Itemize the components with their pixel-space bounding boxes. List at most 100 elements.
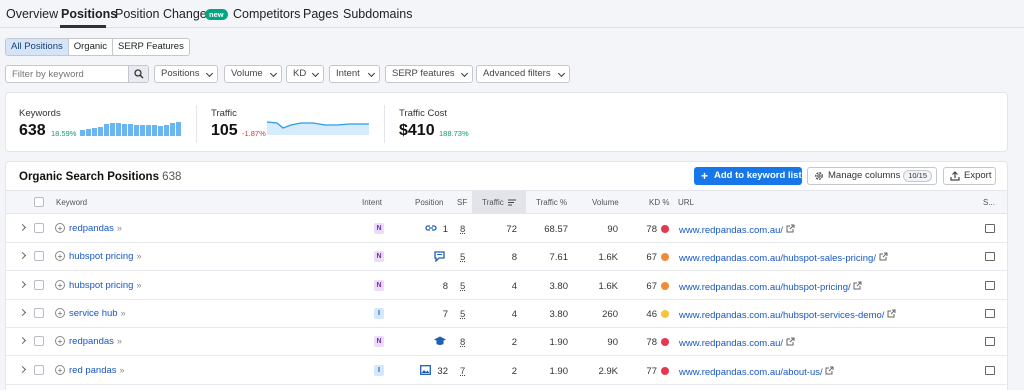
url-link[interactable]: www.redpandas.com.au/ <box>679 337 795 349</box>
sf-count[interactable]: 8 <box>460 337 465 348</box>
export-button-label: Export <box>964 170 992 181</box>
double-chevron-icon[interactable]: » <box>120 365 125 375</box>
col-intent[interactable]: Intent <box>362 198 382 207</box>
keyword-link[interactable]: redpandas» <box>69 223 122 234</box>
row-checkbox[interactable] <box>34 251 44 262</box>
add-to-keyword-list-button[interactable]: + Add to keyword list <box>694 167 802 185</box>
sf-count[interactable]: 5 <box>460 281 465 292</box>
tab-overview[interactable]: Overview <box>6 7 58 21</box>
segment-organic[interactable]: Organic <box>69 39 114 55</box>
segment-all-positions[interactable]: All Positions <box>6 39 69 55</box>
col-position[interactable]: Position <box>415 198 443 207</box>
keyword-link[interactable]: hubspot pricing» <box>69 280 141 291</box>
keyword-link[interactable]: service hub» <box>69 308 126 319</box>
tab-competitors[interactable]: Competitors <box>233 7 300 21</box>
expand-row-icon[interactable] <box>18 337 27 345</box>
add-keyword-icon[interactable]: + <box>55 279 65 290</box>
add-keyword-icon[interactable]: + <box>55 336 65 347</box>
serp-snapshot-icon[interactable] <box>985 308 995 318</box>
url-link[interactable]: www.redpandas.com.au/hubspot-pricing/ <box>679 281 862 293</box>
select-all-checkbox[interactable] <box>34 197 44 207</box>
tab-subdomains[interactable]: Subdomains <box>343 7 413 21</box>
intent-dropdown[interactable]: Intent <box>329 65 380 83</box>
expand-row-icon[interactable] <box>18 280 27 288</box>
manage-columns-button[interactable]: Manage columns 10/15 <box>807 167 937 185</box>
tab-position-changes[interactable]: Position Changes <box>115 7 213 21</box>
col-volume[interactable]: Volume <box>592 198 619 207</box>
keyword-filter-input[interactable] <box>6 66 128 82</box>
keyword-link[interactable]: hubspot pricing» <box>69 251 141 262</box>
keyword-link[interactable]: redpandas» <box>69 336 122 347</box>
url-link[interactable]: www.redpandas.com.au/about-us/ <box>679 366 834 378</box>
add-keyword-icon[interactable]: + <box>55 307 65 318</box>
traffic-pct-value: 7.61 <box>549 252 569 264</box>
col-traffic-pct[interactable]: Traffic % <box>536 198 567 207</box>
col-serp[interactable]: S... <box>983 198 995 207</box>
serp-snapshot-icon[interactable] <box>985 365 995 375</box>
row-checkbox[interactable] <box>34 307 44 318</box>
col-keyword[interactable]: Keyword <box>56 198 87 207</box>
traffic-value: 2 <box>511 365 517 377</box>
external-link-icon <box>825 366 834 374</box>
tab-positions[interactable]: Positions <box>61 7 117 21</box>
expand-row-icon[interactable] <box>18 308 27 316</box>
serp-snapshot-icon[interactable] <box>985 224 995 233</box>
kd-value: 78 <box>646 337 657 349</box>
sf-count[interactable]: 8 <box>460 224 465 235</box>
traffic-value: 105 <box>211 122 238 139</box>
row-checkbox[interactable] <box>34 279 44 290</box>
col-sf[interactable]: SF <box>457 198 467 207</box>
col-kd[interactable]: KD % <box>649 198 669 207</box>
serp-snapshot-icon[interactable] <box>985 337 995 347</box>
external-link-icon <box>853 281 862 290</box>
expand-row-icon[interactable] <box>18 252 27 260</box>
keyword-link[interactable]: red pandas» <box>69 365 125 376</box>
keywords-value: 638 <box>19 122 46 139</box>
intent-badge: N <box>374 336 384 348</box>
expand-row-icon[interactable] <box>18 365 27 373</box>
row-checkbox[interactable] <box>34 364 44 375</box>
row-checkbox[interactable] <box>34 336 44 347</box>
segment-serp-features[interactable]: SERP Features <box>113 39 189 55</box>
positions-dropdown[interactable]: Positions <box>154 65 218 83</box>
url-link[interactable]: www.redpandas.com.au/ <box>679 224 795 236</box>
top-nav: Overview Positions Position Changes new … <box>0 0 1024 28</box>
chevron-down-icon <box>205 69 214 78</box>
sf-count[interactable]: 5 <box>460 252 465 263</box>
dropdown-label: Intent <box>336 68 360 79</box>
external-link-icon <box>887 309 896 318</box>
advanced-filters-dropdown[interactable]: Advanced filters <box>476 65 570 83</box>
columns-count-pill: 10/15 <box>903 170 932 182</box>
kd-value: 77 <box>646 365 657 377</box>
kd-difficulty-dot <box>661 281 669 290</box>
search-button[interactable] <box>128 66 148 82</box>
position-value: 32 <box>437 365 448 377</box>
double-chevron-icon[interactable]: » <box>117 336 122 346</box>
double-chevron-icon[interactable]: » <box>136 251 141 261</box>
keywords-change: 18.59% <box>51 129 77 138</box>
double-chevron-icon[interactable]: » <box>121 308 126 318</box>
kd-dropdown[interactable]: KD <box>286 65 324 83</box>
serp-features-dropdown[interactable]: SERP features <box>385 65 473 83</box>
double-chevron-icon[interactable]: » <box>117 223 122 233</box>
intent-badge: N <box>374 223 384 234</box>
serp-snapshot-icon[interactable] <box>985 252 995 262</box>
sf-count[interactable]: 5 <box>460 309 465 320</box>
url-link[interactable]: www.redpandas.com.au/hubspot-services-de… <box>679 309 896 321</box>
external-link-icon <box>786 224 795 233</box>
double-chevron-icon[interactable]: » <box>136 280 141 290</box>
sf-count[interactable]: 7 <box>460 366 465 377</box>
col-traffic[interactable]: Traffic <box>482 198 504 207</box>
serp-snapshot-icon[interactable] <box>985 280 995 290</box>
add-keyword-icon[interactable]: + <box>55 251 65 262</box>
tab-pages[interactable]: Pages <box>303 7 338 21</box>
add-keyword-icon[interactable]: + <box>55 364 65 375</box>
url-link[interactable]: www.redpandas.com.au/hubspot-sales-prici… <box>679 252 888 264</box>
row-checkbox[interactable] <box>34 223 44 233</box>
export-button[interactable]: Export <box>943 167 996 185</box>
add-keyword-icon[interactable]: + <box>55 223 65 233</box>
expand-row-icon[interactable] <box>18 223 27 232</box>
traffic-pct-value: 68.57 <box>544 224 568 235</box>
col-url[interactable]: URL <box>678 198 694 207</box>
volume-dropdown[interactable]: Volume <box>224 65 282 83</box>
